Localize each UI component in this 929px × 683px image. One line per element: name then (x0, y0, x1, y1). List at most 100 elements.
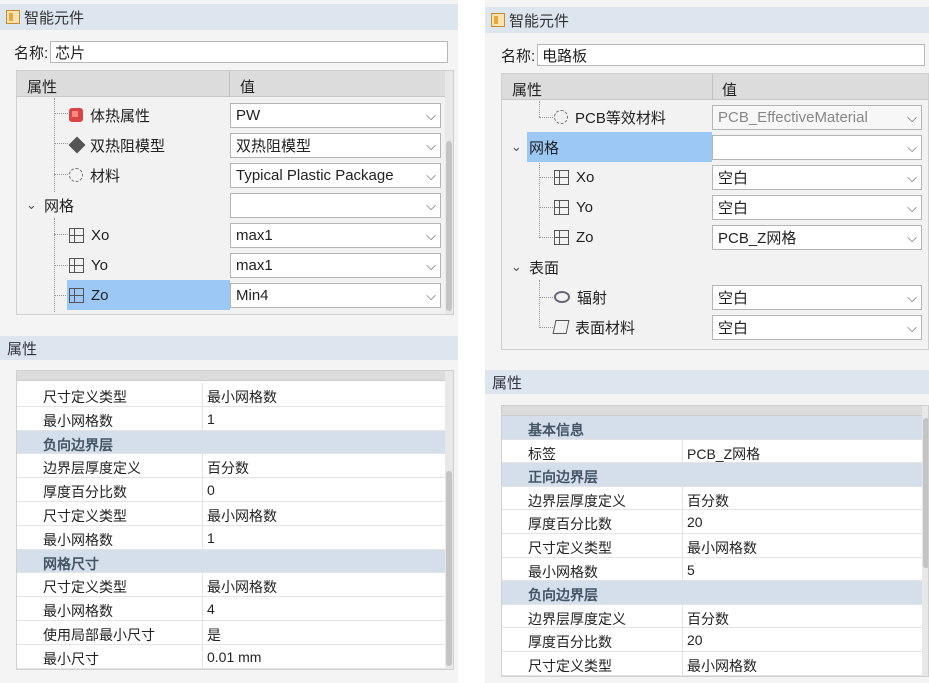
property-group-row[interactable]: 网格尺寸 (17, 549, 445, 574)
select-value: PCB_Z网格 (718, 230, 797, 247)
left-panel-title: 智能元件 (24, 9, 85, 27)
left-row-thermal-model[interactable]: 双热阻模型 双热阻模型 ⌵ (17, 130, 447, 160)
property-row[interactable]: 厚度百分比数 0 (17, 478, 445, 502)
right-smart-component-panel: 智能元件 名称: 电路板 属性 值 PCB等效材料 PCB_EffectiveM… (485, 0, 929, 683)
left-row-xo[interactable]: Xo max1 ⌵ (17, 220, 447, 250)
right-name-value: 电路板 (542, 47, 588, 65)
left-panel-title-bar: 智能元件 (0, 4, 458, 30)
property-value: 4 (207, 601, 215, 618)
left-row-body-heat[interactable]: 体热属性 PW ⌵ (17, 100, 447, 130)
property-row[interactable]: 厚度百分比数 20 (502, 510, 922, 534)
right-row-radiation[interactable]: 辐射 空白 ⌵ (502, 282, 922, 312)
property-group-row[interactable]: 正向边界层 (502, 463, 922, 487)
row-label: Zo (91, 286, 109, 304)
diamond-icon (68, 136, 86, 154)
chevron-down-icon: ⌵ (426, 228, 436, 243)
right-properties-table: 基本信息 标签 PCB_Z网格 正向边界层 边界层厚度定义 百分数 厚度百分比数 20 尺寸定义… (501, 405, 929, 677)
property-group-row[interactable]: 负向边界层 (502, 581, 922, 605)
right-grid-header: 属性 值 (502, 74, 928, 100)
property-row[interactable]: 边界层厚度定义 百分数 (502, 604, 922, 629)
right-select-surface-material[interactable]: 空白 ⌵ (712, 315, 922, 340)
property-row[interactable]: 尺寸定义类型 最小网格数 (17, 573, 445, 598)
property-row[interactable]: 标签 PCB_Z网格 (502, 439, 922, 464)
right-select-mesh[interactable]: ⌵ (712, 135, 922, 160)
left-select-xo[interactable]: max1 ⌵ (230, 223, 441, 248)
right-panel-title: 智能元件 (509, 12, 570, 30)
left-properties-scrollbar[interactable] (445, 371, 453, 669)
right-row-mesh[interactable]: ⌄ 网格 ⌵ (502, 132, 922, 162)
mesh-cube-icon (554, 199, 569, 215)
right-row-surface-material[interactable]: 表面材料 空白 ⌵ (502, 312, 922, 342)
property-row[interactable]: 最小网格数 1 (17, 525, 445, 550)
property-row[interactable]: 边界层厚度定义 百分数 (17, 454, 445, 479)
select-value: Typical Plastic Package (236, 167, 394, 184)
right-row-pcb-material[interactable]: PCB等效材料 PCB_EffectiveMaterial ⌵ (502, 102, 922, 132)
property-key: 标签 (528, 445, 556, 462)
property-row[interactable]: 厚度百分比数 20 (502, 628, 922, 652)
property-key: 正向边界层 (528, 469, 598, 486)
property-row[interactable]: 最小尺寸 0.01 mm (17, 644, 445, 669)
select-value: max1 (236, 227, 273, 244)
right-select-yo[interactable]: 空白 ⌵ (712, 195, 922, 220)
property-value: 最小网格数 (207, 389, 277, 405)
property-key: 最小尺寸 (43, 650, 99, 667)
left-select-yo[interactable]: max1 ⌵ (230, 253, 441, 278)
left-smart-component-panel: 智能元件 名称: 芯片 属性 值 体热属性 PW ⌵ 双热阻模型 双热阻模型 ⌵ 材… (0, 0, 458, 683)
chevron-down-icon: ⌵ (426, 138, 436, 153)
property-row[interactable]: 边界层厚度定义 百分数 (502, 486, 922, 511)
right-select-zo[interactable]: PCB_Z网格 ⌵ (712, 225, 922, 250)
mesh-cube-icon (69, 227, 84, 243)
left-select-zo[interactable]: Min4 ⌵ (230, 283, 441, 308)
select-value: PW (236, 107, 261, 124)
property-row[interactable]: 最小网格数 1 (17, 406, 445, 431)
collapse-icon[interactable]: ⌄ (26, 197, 37, 213)
property-row[interactable]: 尺寸定义类型 最小网格数 (502, 652, 922, 676)
property-row[interactable]: 使用局部最小尺寸 是 (17, 621, 445, 645)
right-row-surface[interactable]: ⌄ 表面 (502, 252, 922, 282)
right-select-xo[interactable]: 空白 ⌵ (712, 165, 922, 190)
property-key: 尺寸定义类型 (528, 658, 612, 674)
surface-material-icon (552, 320, 570, 334)
mesh-cube-icon (554, 229, 569, 245)
collapse-icon[interactable]: ⌄ (511, 259, 522, 275)
left-name-input[interactable]: 芯片 (50, 41, 449, 63)
left-row-yo[interactable]: Yo max1 ⌵ (17, 250, 447, 280)
left-row-zo[interactable]: Zo Min4 ⌵ (17, 280, 447, 310)
right-properties-scrollbar[interactable] (922, 406, 928, 676)
chevron-down-icon: ⌵ (907, 140, 917, 155)
property-row[interactable]: 最小网格数 5 (502, 557, 922, 582)
property-key: 使用局部最小尺寸 (43, 627, 155, 643)
left-select-mesh[interactable]: ⌵ (230, 193, 441, 218)
section-title: 属性 (492, 374, 523, 392)
mesh-cube-icon (69, 287, 84, 303)
left-row-mesh[interactable]: ⌄ 网格 ⌵ (17, 190, 447, 220)
property-group-row[interactable]: 基本信息 (502, 416, 922, 440)
left-select-material[interactable]: Typical Plastic Package ⌵ (230, 163, 441, 188)
property-value: 最小网格数 (207, 508, 277, 524)
right-row-zo[interactable]: Zo PCB_Z网格 ⌵ (502, 222, 922, 252)
property-key: 最小网格数 (43, 603, 113, 620)
property-row[interactable]: 尺寸定义类型 最小网格数 (17, 502, 445, 526)
left-row-material[interactable]: 材料 Typical Plastic Package ⌵ (17, 160, 447, 190)
row-label: Yo (91, 256, 108, 274)
smart-component-icon (6, 10, 20, 24)
left-select-body-heat[interactable]: PW ⌵ (230, 103, 441, 128)
right-row-xo[interactable]: Xo 空白 ⌵ (502, 162, 922, 192)
property-row[interactable]: 最小网格数 4 (17, 597, 445, 621)
property-value: 最小网格数 (207, 579, 277, 596)
collapse-icon[interactable]: ⌄ (511, 139, 522, 155)
property-group-row[interactable]: 负向边界层 (17, 430, 445, 455)
material-sphere-icon (554, 110, 568, 124)
property-value: 1 (207, 410, 215, 427)
right-name-input[interactable]: 电路板 (537, 44, 926, 66)
properties-header (17, 371, 445, 381)
right-select-radiation[interactable]: 空白 ⌵ (712, 285, 922, 310)
property-value: 最小网格数 (687, 540, 757, 556)
left-grid-scrollbar[interactable] (445, 71, 453, 314)
row-label: 体热属性 (90, 107, 151, 125)
left-select-thermal-model[interactable]: 双热阻模型 ⌵ (230, 133, 441, 158)
property-row[interactable]: 尺寸定义类型 最小网格数 (502, 534, 922, 558)
right-select-pcb-material[interactable]: PCB_EffectiveMaterial ⌵ (712, 105, 922, 130)
property-row[interactable]: 尺寸定义类型 最小网格数 (17, 383, 445, 407)
right-row-yo[interactable]: Yo 空白 ⌵ (502, 192, 922, 222)
